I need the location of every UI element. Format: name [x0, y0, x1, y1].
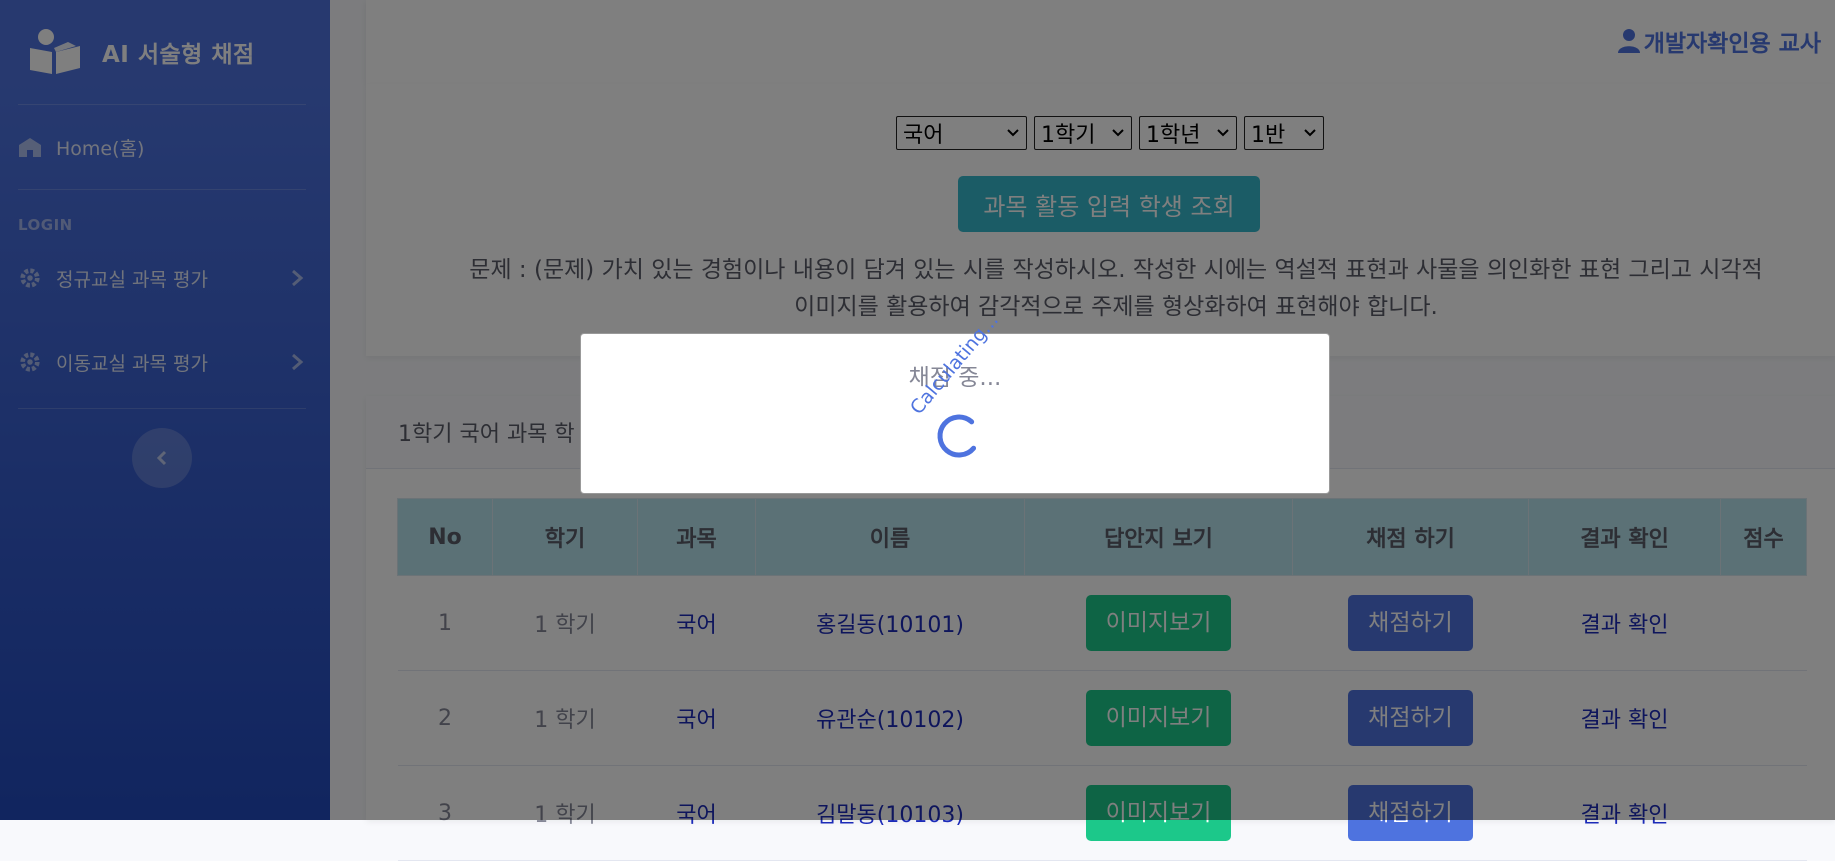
grading-modal: 채점 중... Calculating...: [580, 309, 1330, 494]
loading-spinner-icon: [937, 414, 981, 458]
